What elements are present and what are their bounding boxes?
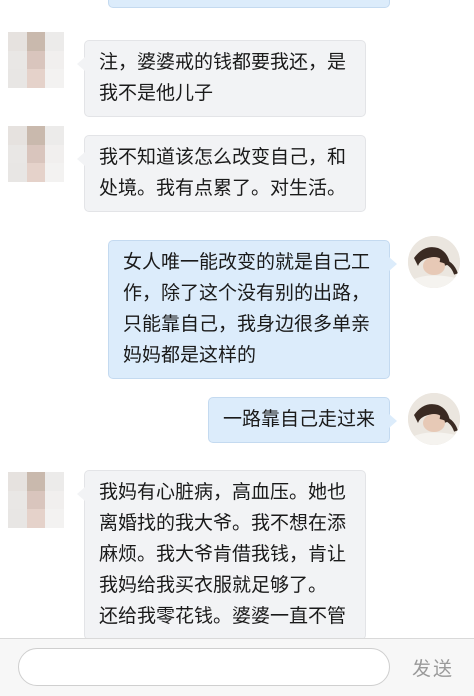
- portrait-icon: [408, 236, 460, 288]
- avatar-mosaic-tile: [26, 490, 46, 510]
- incoming-message-bubble[interactable]: 注，婆婆戒的钱都要我还，是 我不是他儿子: [77, 40, 366, 117]
- message-input-bar: 发送: [0, 638, 474, 696]
- avatar-mosaic-tile: [8, 472, 27, 491]
- avatar-mosaic-tile: [45, 472, 64, 491]
- avatar-mosaic-tile: [8, 490, 27, 510]
- avatar-mosaic-tile: [8, 50, 27, 70]
- avatar-mosaic-tile: [26, 126, 46, 145]
- contact-avatar[interactable]: [8, 32, 64, 88]
- avatar-mosaic-tile: [45, 144, 64, 164]
- chat-history[interactable]: 注，婆婆戒的钱都要我还，是 我不是他儿子 我不知道该怎么改变自己，和 处境。我有…: [0, 0, 474, 640]
- user-avatar[interactable]: [408, 393, 460, 445]
- incoming-message-bubble[interactable]: 我妈有心脏病，高血压。她也 离婚找的我大爷。我不想在添 麻烦。我大爷肯借我钱，肯…: [77, 470, 366, 640]
- avatar-mosaic-tile: [26, 32, 46, 51]
- incoming-message-bubble[interactable]: 我不知道该怎么改变自己，和 处境。我有点累了。对生活。: [77, 135, 366, 212]
- avatar-mosaic-tile: [45, 69, 64, 88]
- contact-avatar[interactable]: [8, 126, 64, 182]
- portrait-icon: [408, 393, 460, 445]
- avatar-mosaic-tile: [26, 69, 46, 88]
- avatar-mosaic-tile: [26, 144, 46, 164]
- outgoing-message-bubble[interactable]: 女人唯一能改变的就是自己工 作，除了这个没有别的出路， 只能靠自己，我身边很多单…: [108, 240, 397, 379]
- avatar-mosaic-tile: [8, 69, 27, 88]
- avatar-mosaic-tile: [45, 509, 64, 528]
- avatar-mosaic-tile: [26, 509, 46, 528]
- avatar-mosaic-tile: [8, 509, 27, 528]
- avatar-mosaic-tile: [26, 163, 46, 182]
- previous-message-bubble: [108, 0, 390, 8]
- avatar-mosaic-tile: [45, 32, 64, 51]
- avatar-mosaic-tile: [8, 144, 27, 164]
- avatar-mosaic-tile: [45, 126, 64, 145]
- avatar-mosaic-tile: [45, 50, 64, 70]
- avatar-mosaic-tile: [45, 490, 64, 510]
- user-avatar[interactable]: [408, 236, 460, 288]
- message-input[interactable]: [18, 648, 390, 686]
- outgoing-message-bubble[interactable]: 一路靠自己走过来: [208, 397, 397, 443]
- avatar-mosaic-tile: [8, 126, 27, 145]
- avatar-mosaic-tile: [26, 472, 46, 491]
- avatar-mosaic-tile: [8, 32, 27, 51]
- avatar-mosaic-tile: [26, 50, 46, 70]
- contact-avatar[interactable]: [8, 472, 64, 528]
- avatar-mosaic-tile: [45, 163, 64, 182]
- avatar-mosaic-tile: [8, 163, 27, 182]
- send-button[interactable]: 发送: [400, 651, 466, 683]
